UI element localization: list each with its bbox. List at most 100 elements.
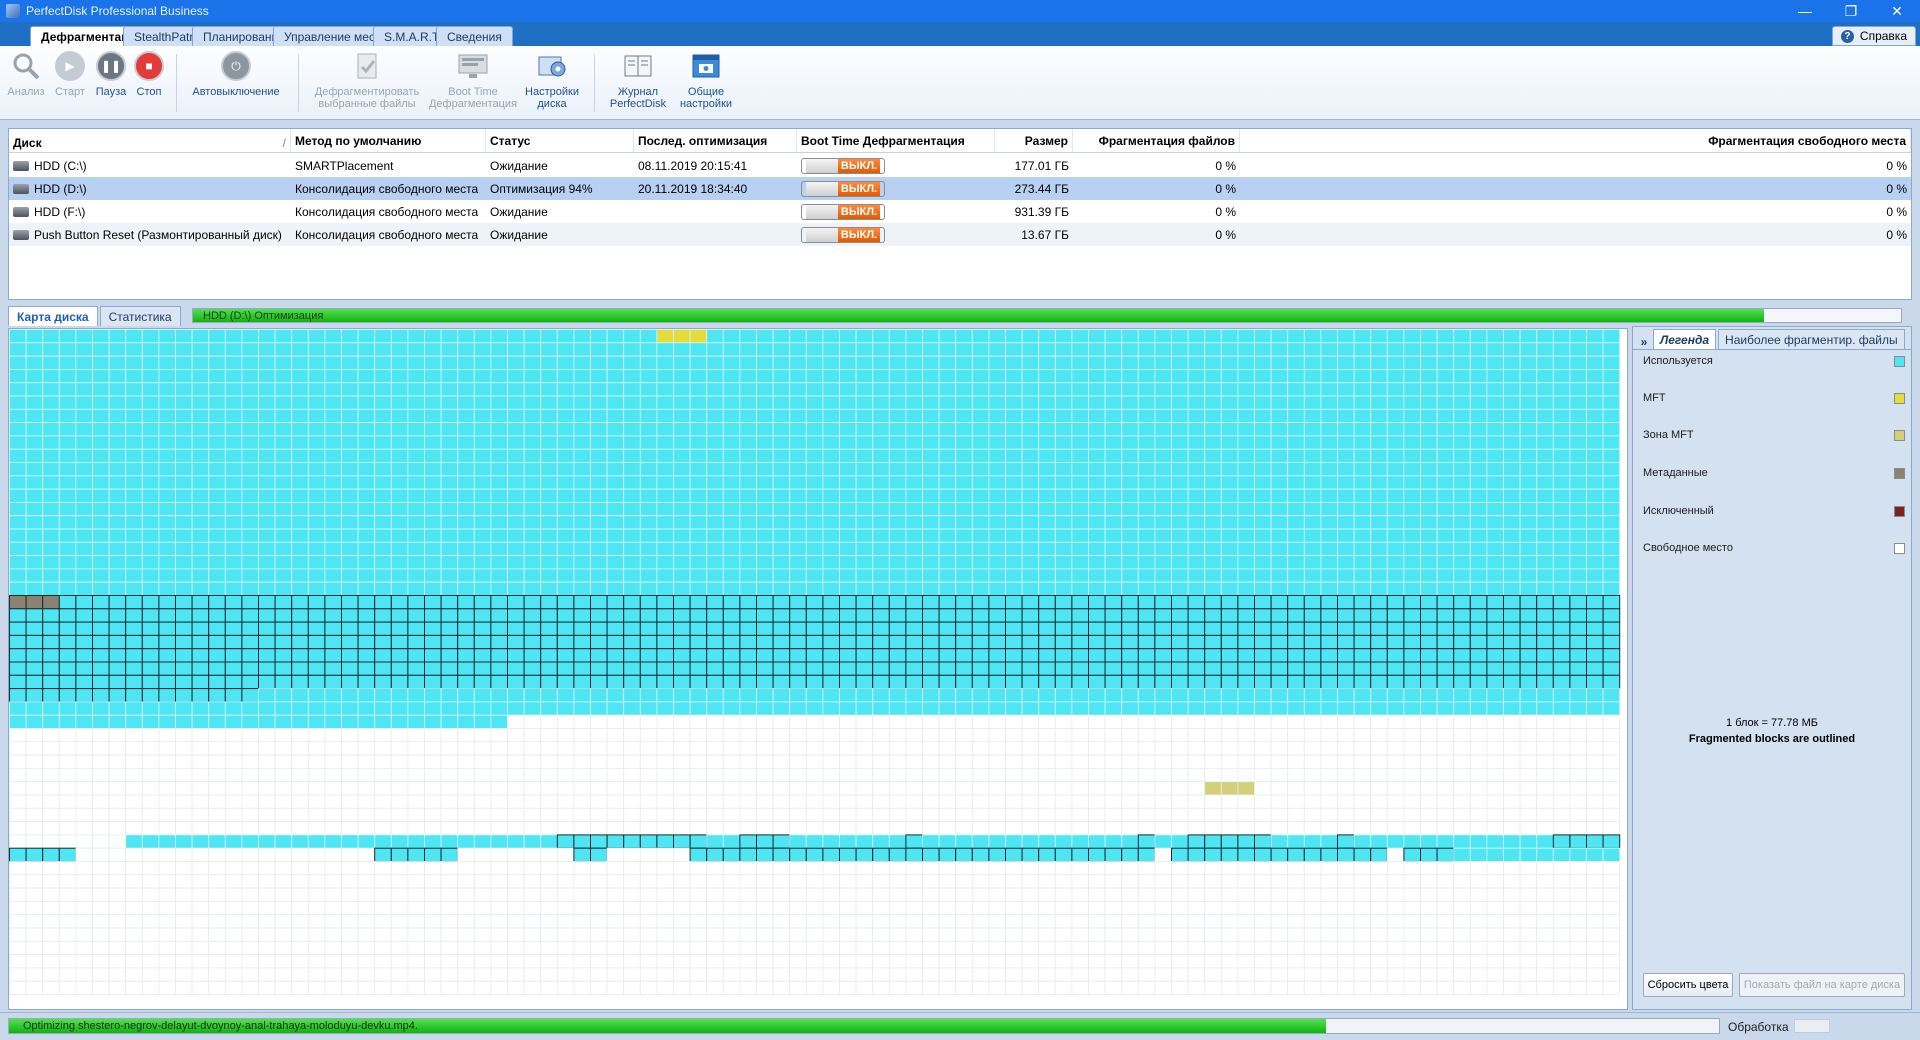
col-boot-time[interactable]: Boot Time Дефрагментация <box>797 129 995 152</box>
col-disk[interactable]: Диск / <box>9 129 291 152</box>
disk-block <box>1519 329 1538 344</box>
disk-block <box>905 901 923 916</box>
pause-button[interactable]: ❚❚ Пауза <box>94 50 128 98</box>
disk-block <box>291 754 309 769</box>
disk-block <box>656 741 674 756</box>
double-chevron-icon[interactable]: » <box>1637 335 1651 349</box>
disk-block <box>490 608 508 623</box>
col-size[interactable]: Размер <box>995 129 1073 152</box>
disk-block <box>590 408 608 424</box>
disk-block <box>1436 581 1455 596</box>
disk-block <box>1602 980 1621 995</box>
tab-statistics[interactable]: Статистика <box>99 306 181 326</box>
col-method[interactable]: Метод по умолчанию <box>291 129 486 152</box>
disk-block <box>639 927 658 942</box>
minimize-button[interactable]: — <box>1782 0 1828 22</box>
disk-block <box>490 382 508 397</box>
reset-colors-button[interactable]: Сбросить цвета <box>1643 973 1733 997</box>
disk-block <box>1552 741 1571 756</box>
disk-block <box>258 369 276 384</box>
disk-map[interactable] <box>8 328 1628 1010</box>
tab-legend[interactable]: Легенда <box>1653 329 1717 349</box>
col-status[interactable]: Статус <box>486 129 634 152</box>
disk-block <box>92 847 110 862</box>
disk-block <box>1420 395 1438 410</box>
legend-swatch[interactable] <box>1894 543 1905 554</box>
legend-swatch[interactable] <box>1894 393 1905 404</box>
disk-block <box>175 688 193 703</box>
disk-block <box>971 847 990 863</box>
disk-block <box>1237 834 1256 849</box>
show-file-on-map-button[interactable]: Показать файл на карте диска <box>1739 973 1905 997</box>
legend-swatch[interactable] <box>1894 506 1905 517</box>
legend-swatch[interactable] <box>1894 468 1905 479</box>
disk-block <box>457 355 475 370</box>
legend-swatch[interactable] <box>1894 356 1905 367</box>
start-button[interactable]: ▶ Старт <box>52 50 88 98</box>
disk-block <box>158 794 176 809</box>
disk-block <box>1204 408 1222 424</box>
boot-time-toggle[interactable]: ВЫКЛ. <box>801 226 885 243</box>
disk-block <box>1270 927 1289 942</box>
tab-info[interactable]: Сведения <box>436 26 513 46</box>
disk-block <box>573 488 591 503</box>
disk-block <box>1287 422 1305 437</box>
disk-block <box>1220 661 1239 676</box>
disk-block <box>1287 448 1305 463</box>
disk-block <box>241 342 259 357</box>
disk-block <box>175 967 193 982</box>
disk-block <box>224 595 243 610</box>
disk-block <box>540 462 558 477</box>
general-settings-button[interactable]: Общие настройки <box>676 50 736 110</box>
disk-block <box>1204 701 1222 716</box>
defrag-selected-button[interactable]: Дефрагментировать выбранные файлы <box>312 50 422 110</box>
table-row[interactable]: HDD (C:\) SMARTPlacement Ожидание 08.11.… <box>9 154 1911 177</box>
disk-block <box>1121 462 1139 477</box>
disk-block <box>191 382 210 397</box>
table-row[interactable]: Push Button Reset (Размонтированный диск… <box>9 223 1911 246</box>
boot-time-toggle[interactable]: ВЫКЛ. <box>801 203 885 220</box>
tab-most-fragmented-files[interactable]: Наиболее фрагментир. файлы <box>1718 329 1905 349</box>
table-row[interactable]: HDD (F:\) Консолидация свободного места … <box>9 200 1911 223</box>
disk-block <box>1104 342 1123 357</box>
disk-block <box>1088 887 1106 902</box>
disk-block <box>523 648 542 663</box>
disk-block <box>1353 674 1372 690</box>
disk-block <box>374 555 392 570</box>
col-free-space-fragmentation[interactable]: Фрагментация свободного места <box>1240 129 1911 152</box>
help-button[interactable]: ? Справка <box>1831 26 1916 46</box>
disk-block <box>805 834 824 849</box>
disk-block <box>938 781 957 796</box>
disk-block <box>805 382 824 397</box>
table-row[interactable]: HDD (D:\) Консолидация свободного места … <box>9 177 1911 200</box>
disk-block <box>1287 834 1305 849</box>
disk-block <box>739 914 757 929</box>
disk-block <box>208 555 226 570</box>
col-file-fragmentation[interactable]: Фрагментация файлов <box>1073 129 1240 152</box>
legend-swatch[interactable] <box>1894 430 1905 441</box>
disk-block <box>938 927 957 942</box>
journal-button[interactable]: Журнал PerfectDisk <box>606 50 670 110</box>
boot-time-toggle[interactable]: ВЫКЛ. <box>801 157 885 174</box>
stop-button[interactable]: ■ Стоп <box>132 50 166 98</box>
disk-block <box>1370 634 1388 650</box>
disk-block <box>191 595 210 610</box>
disk-block <box>1154 448 1172 463</box>
boot-time-toggle[interactable]: ВЫКЛ. <box>801 180 885 197</box>
tab-disk-map[interactable]: Карта диска <box>8 306 98 326</box>
col-last-optimization[interactable]: Послед. оптимизация <box>634 129 797 152</box>
disk-settings-button[interactable]: Настройки диска <box>522 50 582 110</box>
close-button[interactable]: ✕ <box>1874 0 1920 22</box>
disk-block <box>75 688 94 703</box>
boot-time-button[interactable]: Boot Time Дефрагментация <box>428 50 518 110</box>
restore-button[interactable]: ❐ <box>1828 0 1874 22</box>
disk-block <box>224 834 243 849</box>
disk-block <box>1104 914 1123 929</box>
disk-block <box>1121 914 1139 929</box>
disk-block <box>108 847 127 862</box>
disk-block <box>1453 847 1471 862</box>
analyze-button[interactable]: Анализ <box>6 50 46 98</box>
disk-block <box>1337 728 1355 743</box>
disk-block <box>1054 448 1073 463</box>
autoshutdown-button[interactable]: ⏻ Автовыключение <box>188 50 284 98</box>
